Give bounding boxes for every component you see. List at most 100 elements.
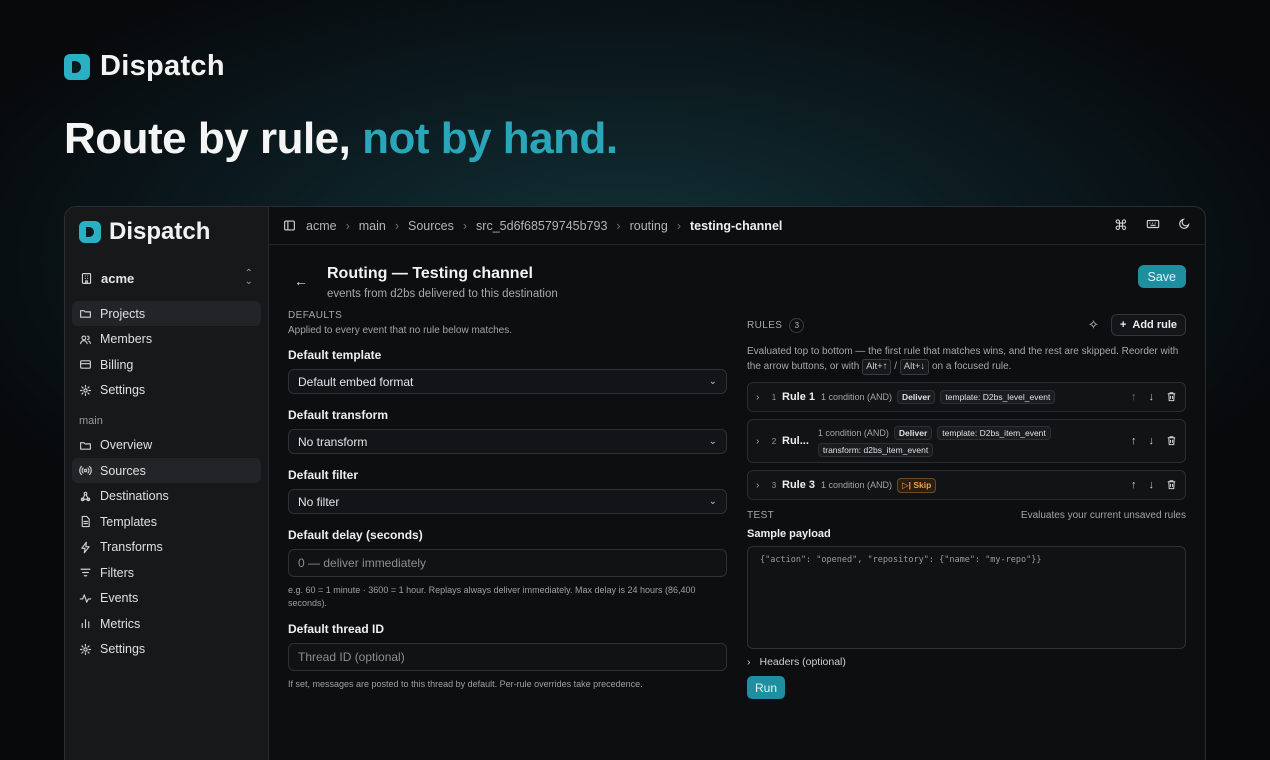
kbd-alt-up: Alt+↑: [862, 359, 892, 375]
hero-logo: Dispatch: [64, 50, 225, 83]
plus-icon: +: [1119, 319, 1127, 331]
chevron-right-icon: ›: [676, 218, 681, 233]
headers-toggle[interactable]: › Headers (optional): [747, 656, 1186, 668]
default-delay-input[interactable]: 0 — deliver immediately: [288, 549, 727, 577]
routing-content: ← Routing — Testing channel events from …: [269, 245, 1205, 760]
credit-card-icon: [80, 360, 91, 369]
defaults-section-label: DEFAULTS: [288, 310, 343, 321]
defaults-panel: DEFAULTS Applied to every event that no …: [288, 310, 727, 699]
sidebar-item-destinations[interactable]: Destinations: [72, 484, 261, 509]
breadcrumb-item[interactable]: acme: [306, 219, 337, 233]
back-arrow-icon[interactable]: ←: [294, 273, 308, 289]
org-name: acme: [101, 270, 135, 286]
breadcrumb-item[interactable]: main: [359, 219, 386, 233]
filter-icon: [80, 568, 91, 577]
default-thread-input[interactable]: Thread ID (optional): [288, 643, 727, 671]
sidebar-item-metrics[interactable]: Metrics: [72, 611, 261, 636]
arrow-down-icon[interactable]: ↓: [1149, 479, 1155, 491]
default-filter-select[interactable]: No filter ⌄: [288, 489, 727, 514]
chevron-right-icon[interactable]: ›: [756, 436, 768, 447]
sidebar-item-settings[interactable]: Settings: [72, 378, 261, 403]
sidebar-section-label: main: [79, 414, 103, 427]
topbar: acme › main › Sources › src_5d6f68579745b793 › r…: [269, 207, 1205, 245]
breadcrumb-item[interactable]: src_5d6f68579745b793: [476, 219, 607, 233]
sidebar-item-billing[interactable]: Billing: [72, 352, 261, 377]
rules-count-badge: 3: [789, 317, 805, 333]
chevron-right-icon[interactable]: ›: [756, 480, 768, 491]
arrow-down-icon[interactable]: ↓: [1149, 391, 1155, 403]
default-thread-hint: If set, messages are posted to this thre…: [288, 679, 643, 689]
dispatch-logo-icon: [79, 221, 101, 243]
keyboard-icon[interactable]: [1146, 217, 1160, 231]
chevron-down-icon: ⌄: [708, 376, 717, 387]
arrow-up-icon[interactable]: ↑: [1131, 435, 1137, 447]
rule-condition: 1 condition (AND): [821, 480, 893, 490]
default-template-label: Default template: [288, 348, 382, 362]
sidebar-item-label: Destinations: [100, 489, 169, 503]
default-transform-select[interactable]: No transform ⌄: [288, 429, 727, 454]
sidebar-item-overview[interactable]: Overview: [72, 433, 261, 458]
main-area: acme › main › Sources › src_5d6f68579745b793 › r…: [269, 207, 1205, 760]
sidebar-item-members[interactable]: Members: [72, 327, 261, 352]
arrow-up-icon[interactable]: ↑: [1131, 391, 1137, 403]
trash-icon[interactable]: [1166, 391, 1177, 402]
sidebar-item-projects[interactable]: Projects: [72, 301, 261, 326]
default-template-select[interactable]: Default embed format ⌄: [288, 369, 727, 394]
sidebar-item-transforms[interactable]: Transforms: [72, 535, 261, 560]
test-section-label: TEST: [747, 510, 775, 521]
sidebar-item-label: Settings: [100, 642, 146, 656]
sidebar-item-filters[interactable]: Filters: [72, 560, 261, 585]
chevrons-up-down-icon: ⌃ ⌄: [244, 268, 253, 287]
chevron-right-icon[interactable]: ›: [756, 392, 768, 403]
chevron-down-icon: ⌄: [708, 496, 717, 507]
moon-icon[interactable]: [1178, 217, 1191, 230]
breadcrumb-item[interactable]: Sources: [408, 219, 454, 233]
trash-icon[interactable]: [1166, 435, 1177, 446]
trash-icon[interactable]: [1166, 479, 1177, 490]
sidebar-item-settings[interactable]: Settings: [72, 637, 261, 662]
add-rule-button[interactable]: + Add rule: [1110, 314, 1186, 336]
default-delay-placeholder: 0 — deliver immediately: [298, 556, 427, 570]
sidebar-logo[interactable]: Dispatch: [72, 218, 261, 245]
breadcrumb-item[interactable]: routing: [630, 219, 668, 233]
page-subtitle: events from d2bs delivered to this desti…: [327, 288, 558, 300]
headers-label: Headers (optional): [759, 656, 846, 668]
page-title: Routing — Testing channel: [327, 265, 533, 282]
hero-brand-name: Dispatch: [100, 50, 225, 82]
command-icon[interactable]: ⌘: [1114, 217, 1128, 234]
sidebar-item-events[interactable]: Events: [72, 586, 261, 611]
sample-payload-textarea[interactable]: {"action": "opened", "repository": {"nam…: [747, 546, 1186, 649]
file-icon: [81, 515, 90, 528]
test-note: Evaluates your current unsaved rules: [1020, 510, 1186, 521]
sidebar-item-label: Metrics: [100, 616, 141, 631]
sparkles-icon[interactable]: ✧: [1088, 317, 1099, 333]
rules-list: › 1 Rule 11 condition (AND) Deliver template…: [747, 382, 1186, 500]
sidebar-item-templates[interactable]: Templates: [72, 509, 261, 534]
bolt-icon: [81, 541, 90, 553]
sidebar: Dispatch acme ⌃ ⌄ Projects Members Billing S…: [65, 207, 269, 760]
rule-row[interactable]: › 3 Rule 3 1 condition (AND) ▷| Skip ↑ ↓: [747, 470, 1186, 500]
save-button[interactable]: Save: [1137, 265, 1186, 288]
rule-row[interactable]: › 1 Rule 1 1 condition (AND) Deliver template…: [747, 382, 1186, 412]
rule-name: Rul...: [782, 435, 809, 447]
sample-payload-placeholder: {"action": "opened", "repository": {"nam…: [760, 555, 1042, 565]
sidebar-nav-top: Projects Members Billing Settings: [72, 301, 261, 403]
default-delay-label: Default delay (seconds): [288, 528, 423, 542]
rule-tag: template: D2bs_level_event: [940, 390, 1056, 404]
breadcrumb-item: testing-channel: [690, 218, 783, 233]
rule-row[interactable]: › 2 Rul... 1 condition (AND) Deliver template…: [747, 419, 1186, 463]
sidebar-item-label: Templates: [100, 514, 157, 529]
rules-section-label: RULES: [747, 319, 783, 331]
hero-title-accent: not by hand.: [362, 114, 618, 163]
rule-index: 2: [771, 436, 777, 446]
org-switcher[interactable]: acme ⌃ ⌄: [72, 267, 261, 289]
default-delay-hint: e.g. 60 = 1 minute · 3600 = 1 hour. Repl…: [288, 585, 696, 608]
arrow-up-icon[interactable]: ↑: [1131, 479, 1137, 491]
sidebar-item-sources[interactable]: Sources: [72, 458, 261, 483]
arrow-down-icon[interactable]: ↓: [1149, 435, 1155, 447]
chevron-right-icon: ›: [394, 218, 400, 233]
run-button[interactable]: Run: [747, 676, 786, 699]
sidebar-toggle-icon[interactable]: [283, 219, 296, 232]
hero-title-main: Route by rule,: [64, 114, 363, 163]
rules-description: Evaluated top to bottom — the first rule…: [747, 345, 1186, 375]
